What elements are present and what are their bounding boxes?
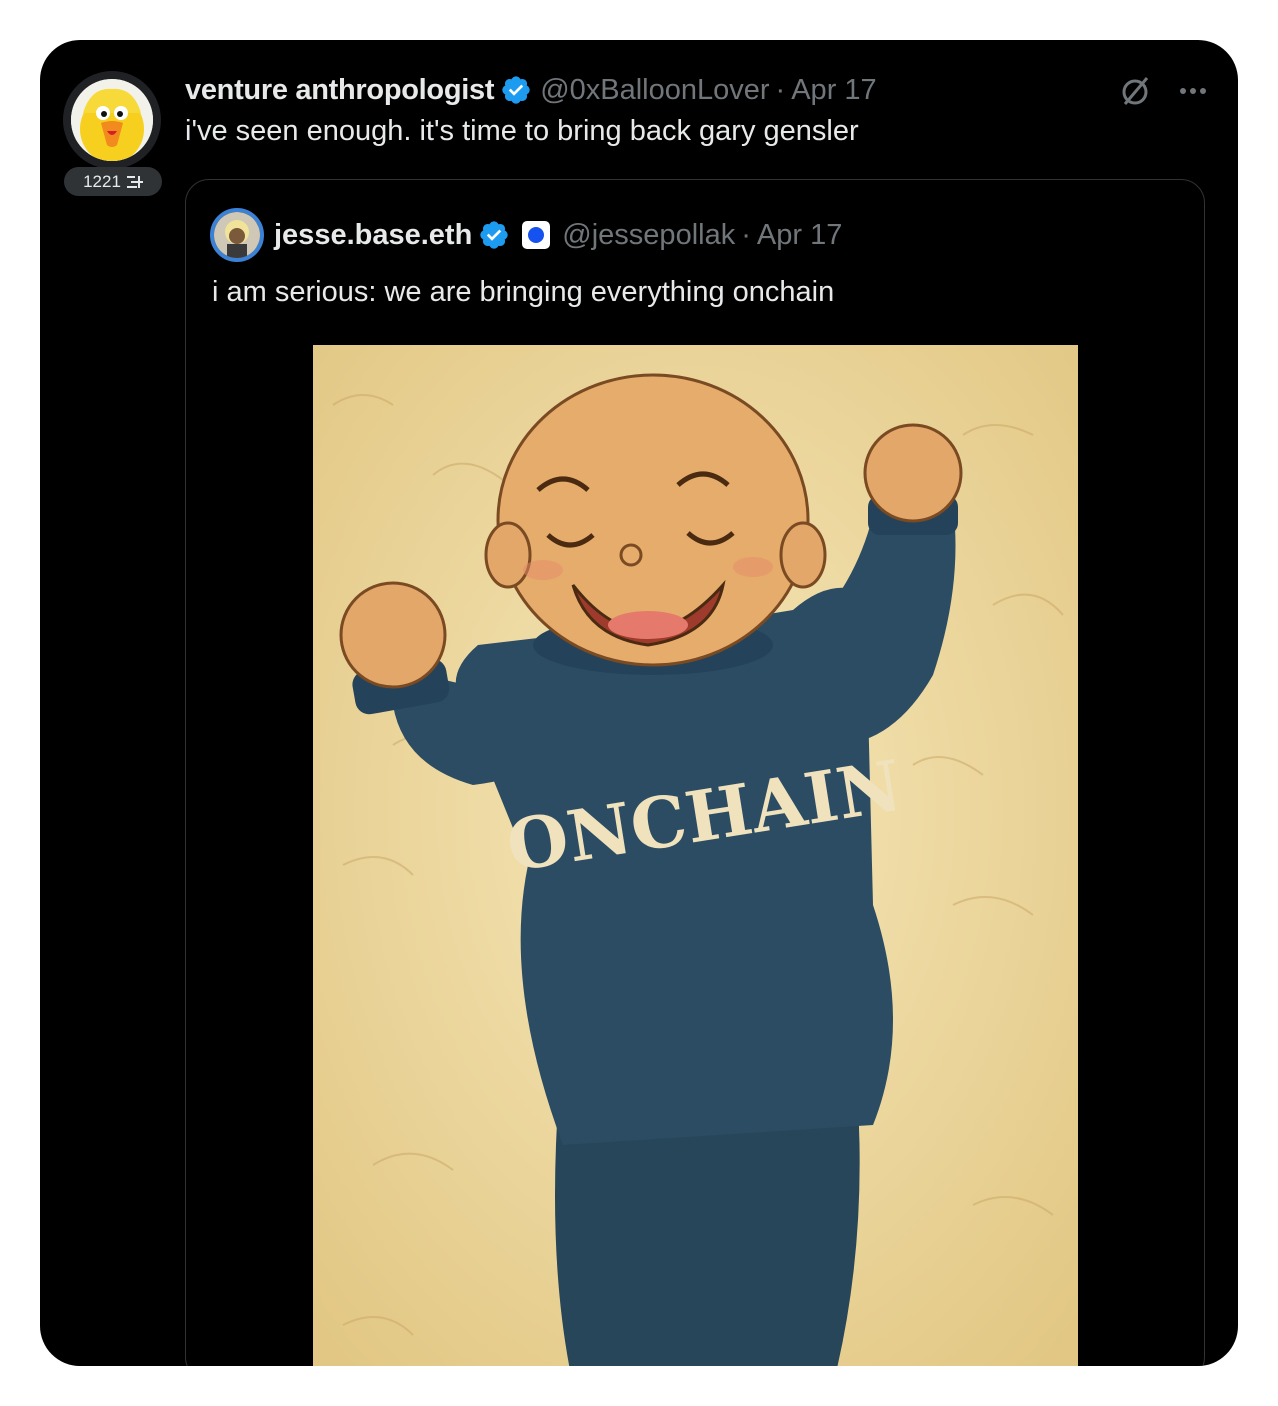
author-handle[interactable]: @0xBalloonLover bbox=[540, 74, 769, 107]
quoted-verified-badge-icon[interactable] bbox=[478, 219, 510, 251]
tweet-card[interactable]: 1221 venture anthropologist @0xBalloonLo… bbox=[40, 40, 1238, 1366]
tweet-text: i've seen enough. it's time to bring bac… bbox=[185, 115, 859, 147]
big-bird-avatar-image bbox=[71, 79, 153, 161]
quoted-header-separator: · bbox=[741, 218, 751, 251]
base-affiliate-badge-icon[interactable] bbox=[522, 221, 551, 249]
header-separator: · bbox=[775, 73, 786, 106]
baby-onchain-illustration: ONCHAIN bbox=[313, 345, 1078, 1366]
verified-badge-icon[interactable] bbox=[500, 74, 532, 106]
quoted-tweet[interactable]: jesse.base.eth @jessepollak · Apr 17 i a… bbox=[185, 179, 1205, 1366]
author-name[interactable]: venture anthropologist bbox=[185, 74, 494, 107]
quoted-tweet-date[interactable]: Apr 17 bbox=[757, 219, 842, 252]
quoted-tweet-header: jesse.base.eth @jessepollak · Apr 17 bbox=[210, 202, 842, 268]
quoted-author-name[interactable]: jesse.base.eth bbox=[274, 219, 472, 252]
quoted-tweet-image[interactable]: ONCHAIN bbox=[313, 345, 1078, 1366]
tweet-date[interactable]: Apr 17 bbox=[791, 74, 876, 107]
quoted-tweet-text: i am serious: we are bringing everything… bbox=[212, 276, 835, 308]
grok-icon[interactable] bbox=[1118, 74, 1152, 108]
author-avatar-ring[interactable] bbox=[63, 71, 161, 169]
quoted-author-handle[interactable]: @jessepollak bbox=[562, 219, 735, 252]
tweet-actions-top bbox=[1118, 74, 1208, 108]
tweet-header: venture anthropologist @0xBalloonLover ·… bbox=[185, 70, 877, 110]
reply-count-badge[interactable]: 1221 bbox=[64, 167, 162, 196]
badge-count-value: 1221 bbox=[83, 171, 121, 191]
more-icon[interactable] bbox=[1178, 86, 1208, 96]
thread-icon bbox=[126, 175, 143, 188]
quoted-author-avatar[interactable] bbox=[210, 208, 264, 262]
quoted-avatar-image bbox=[214, 212, 260, 258]
author-avatar[interactable] bbox=[71, 79, 153, 161]
